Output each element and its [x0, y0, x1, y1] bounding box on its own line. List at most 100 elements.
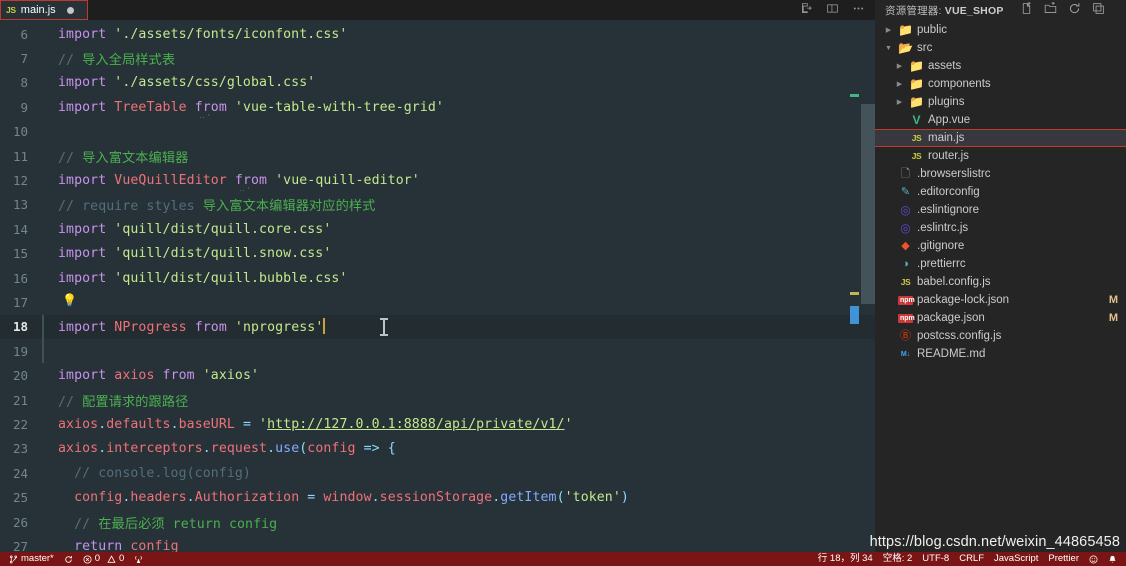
line-number: 18	[12, 319, 28, 335]
code-line[interactable]: 8 import './assets/css/global.css'	[0, 71, 875, 95]
editor-scrollbar[interactable]	[861, 20, 875, 552]
code-line[interactable]: 21 // 配置请求的跟路径	[0, 388, 875, 412]
code-line[interactable]: 23 axios.interceptors.request.use(config …	[0, 437, 875, 461]
code-line[interactable]: 11 // 导入富文本编辑器	[0, 144, 875, 168]
file-tree-item[interactable]: M↓ README.md	[875, 345, 1126, 363]
file-tree-item[interactable]: Ⓑpostcss.config.js	[875, 327, 1126, 345]
code-line[interactable]: 26 // 在最后必须 return config	[0, 510, 875, 534]
file-tree-item-label: plugins	[928, 96, 965, 108]
status-formatter[interactable]: Prettier	[1043, 554, 1084, 564]
status-eol[interactable]: CRLF	[954, 554, 989, 564]
unsaved-indicator[interactable]	[66, 6, 74, 14]
code-line[interactable]: 17 💡	[0, 290, 875, 314]
code-line[interactable]: 24 // console.log(config)	[0, 461, 875, 485]
status-encoding[interactable]: UTF-8	[917, 554, 954, 564]
code-line[interactable]: 18 import NProgress from 'nprogress'	[0, 314, 875, 340]
file-tree-item[interactable]: ▶ 📁 public	[875, 21, 1126, 39]
file-tree-item[interactable]: ◎ .eslintrc.js	[875, 219, 1126, 237]
bell-icon	[1109, 555, 1116, 563]
folder-icon: 📁	[909, 95, 924, 109]
code-line[interactable]: 12 import VueQuillEditor from 'vue-quill-…	[0, 168, 875, 194]
file-tree-item[interactable]: ▼ 📂 src	[875, 39, 1126, 57]
file-tree-item[interactable]: ▶ 📁 plugins	[875, 93, 1126, 111]
file-tree-item-label: babel.config.js	[917, 276, 991, 288]
file-tree-item[interactable]: npm package.json M	[875, 309, 1126, 327]
code-line[interactable]: 9 import TreeTable from 'vue-table-with-t…	[0, 95, 875, 121]
code-line[interactable]: 16 import 'quill/dist/quill.bubble.css'	[0, 266, 875, 290]
code-line[interactable]: 27 return config	[0, 534, 875, 552]
new-folder-icon[interactable]	[1044, 2, 1057, 18]
toggle-layout-icon[interactable]	[826, 2, 839, 18]
file-tree-item[interactable]: JS babel.config.js	[875, 273, 1126, 291]
line-number: 17	[12, 294, 28, 310]
split-editor-icon[interactable]	[800, 2, 813, 18]
chevron-down-icon[interactable]: ▼	[883, 45, 894, 52]
code-editor[interactable]: 6 import './assets/fonts/iconfont.css' 7 //…	[0, 20, 875, 552]
new-file-icon[interactable]	[1020, 2, 1033, 18]
file-tree-item[interactable]: npm package-lock.json M	[875, 291, 1126, 309]
collapse-folders-icon[interactable]	[1092, 2, 1105, 18]
file-tree[interactable]: ▶ 📁 public ▼ 📂 src ▶ 📁 assets ▶ 📁 components ▶ 📁 plugi…	[875, 20, 1126, 552]
line-number: 22	[12, 416, 28, 432]
file-tree-item[interactable]: V App.vue	[875, 111, 1126, 129]
file-tree-item-selected[interactable]: JS main.js	[875, 129, 1126, 147]
editor-tab-main-js[interactable]: JS main.js	[0, 0, 88, 20]
status-sync[interactable]	[59, 555, 78, 564]
code-line[interactable]: 13 // require styles 导入富文本编辑器对应的样式	[0, 193, 875, 217]
file-tree-item-label: router.js	[928, 150, 969, 162]
line-content: config.headers.Authorization = window.se…	[74, 490, 629, 506]
file-tree-item[interactable]: JS router.js	[875, 147, 1126, 165]
status-problems[interactable]: 0 0	[78, 554, 130, 564]
chevron-right-icon[interactable]: ▶	[894, 80, 905, 88]
status-bar-right: 行 18，列 34 空格: 2 UTF-8 CRLF JavaScript Pr…	[813, 554, 1122, 564]
warning-count: 0	[119, 553, 125, 565]
status-ports[interactable]	[129, 555, 148, 564]
code-lines-container[interactable]: 6 import './assets/fonts/iconfont.css' 7 //…	[0, 20, 875, 552]
file-tree-item[interactable]: 🗋 .browserslistrc	[875, 165, 1126, 183]
quick-fix-lightbulb-icon[interactable]: 💡	[62, 294, 77, 306]
line-content: import './assets/fonts/iconfont.css'	[58, 26, 348, 42]
file-tree-item[interactable]: ◎ .eslintignore	[875, 201, 1126, 219]
line-content: import axios from 'axios'	[58, 368, 260, 384]
chevron-right-icon[interactable]: ▶	[894, 98, 905, 106]
file-tree-item[interactable]: ▶ 📁 components	[875, 75, 1126, 93]
line-col-label: 行 18，列 34	[817, 553, 873, 565]
code-line[interactable]: 19	[0, 339, 875, 364]
status-feedback[interactable]	[1084, 555, 1103, 564]
source-control-icon	[9, 555, 18, 563]
status-language[interactable]: JavaScript	[989, 554, 1043, 564]
status-indent[interactable]: 空格: 2	[878, 554, 918, 564]
more-actions-icon[interactable]	[852, 2, 865, 18]
indent-label: 空格: 2	[882, 553, 913, 565]
file-tree-item[interactable]: ✎ .editorconfig	[875, 183, 1126, 201]
code-line[interactable]: 14 import 'quill/dist/quill.core.css'	[0, 217, 875, 241]
file-tree-item-label: .eslintignore	[917, 204, 980, 216]
code-line[interactable]: 6 import './assets/fonts/iconfont.css'	[0, 22, 875, 46]
code-line[interactable]: 7 // 导入全局样式表	[0, 46, 875, 70]
code-line[interactable]: 22 axios.defaults.baseURL = 'http://127.0…	[0, 412, 875, 436]
refresh-explorer-icon[interactable]	[1068, 2, 1081, 18]
editor-scrollbar-thumb[interactable]	[861, 104, 875, 304]
folder-open-icon: 📂	[898, 41, 913, 55]
line-content: import TreeTable from 'vue-table-with-tr…	[58, 99, 444, 121]
file-tree-item-label: .gitignore	[917, 240, 965, 252]
chevron-right-icon[interactable]: ▶	[894, 62, 905, 70]
warning-icon	[107, 554, 116, 563]
file-icon: 🗋	[901, 167, 910, 180]
file-tree-item[interactable]: ▶ 📁 assets	[875, 57, 1126, 75]
code-line[interactable]: 25 config.headers.Authorization = window…	[0, 485, 875, 509]
code-line[interactable]: 10	[0, 120, 875, 144]
file-tree-item[interactable]: ◑ .prettierrc	[875, 255, 1126, 273]
status-line-col[interactable]: 行 18，列 34	[813, 554, 878, 564]
status-notifications[interactable]	[1103, 555, 1122, 564]
status-branch[interactable]: master*	[4, 554, 59, 564]
file-tree-item[interactable]: ◆ .gitignore	[875, 237, 1126, 255]
line-number: 11	[12, 148, 28, 164]
line-number: 7	[20, 51, 28, 67]
file-tree-item-label: README.md	[917, 348, 986, 360]
code-line[interactable]: 15 import 'quill/dist/quill.snow.css'	[0, 242, 875, 266]
vue-icon: V	[912, 113, 921, 127]
chevron-right-icon[interactable]: ▶	[883, 26, 894, 34]
code-line[interactable]: 20 import axios from 'axios'	[0, 363, 875, 387]
